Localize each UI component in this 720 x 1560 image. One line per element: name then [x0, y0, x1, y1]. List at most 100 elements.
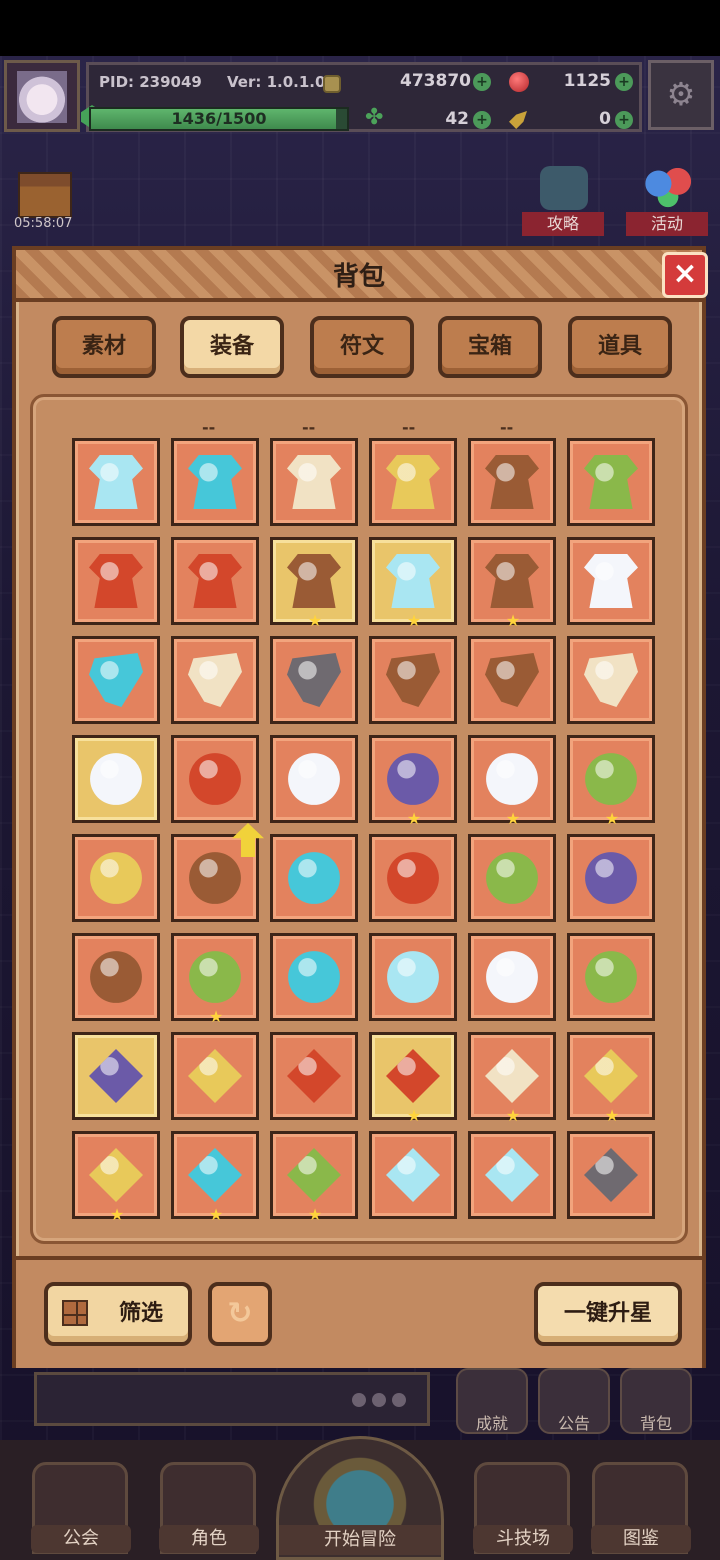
one-click-upstar-button[interactable]: 一键升星: [534, 1282, 682, 1346]
equipment-item-icon: [585, 753, 637, 805]
tab-equipment[interactable]: 装备: [180, 316, 284, 378]
equipment-slot[interactable]: ★: [171, 1131, 259, 1223]
equipment-slot[interactable]: ★: [270, 1131, 358, 1224]
achievement-button[interactable]: 成就: [456, 1368, 528, 1434]
event-button[interactable]: 活动: [622, 166, 712, 242]
equipment-slot[interactable]: [72, 438, 160, 526]
equipment-slot[interactable]: [468, 636, 556, 724]
red-gem-icon: [509, 72, 529, 92]
nav-codex[interactable]: 图鉴: [591, 1462, 691, 1554]
equipment-slot[interactable]: ★: [468, 537, 556, 630]
top-hud: PID: 239049 Ver: 1.0.1.0 473870 + 1125 +…: [0, 58, 720, 134]
gift-box-icon[interactable]: [18, 172, 72, 218]
star-icon: ★: [604, 809, 620, 828]
equipment-slot[interactable]: ★: [369, 537, 457, 629]
equipment-slot[interactable]: ★: [567, 1032, 655, 1124]
equipment-slot[interactable]: [270, 438, 358, 526]
equipment-slot[interactable]: ★: [468, 735, 556, 827]
equipment-slot[interactable]: ★: [369, 735, 457, 827]
equipment-item-icon: [584, 455, 638, 509]
nav-arena[interactable]: 斗技场: [473, 1462, 573, 1554]
equipment-item-icon: [386, 653, 440, 707]
equipment-item-icon: [189, 753, 241, 805]
equipment-slot[interactable]: [270, 933, 358, 1021]
column-marker: --: [302, 418, 316, 437]
equipment-slot[interactable]: [468, 438, 556, 526]
column-marker: --: [402, 418, 416, 437]
equipment-slot[interactable]: [270, 636, 358, 724]
equipment-slot[interactable]: [72, 834, 160, 922]
equipment-slot[interactable]: [567, 834, 655, 922]
equipment-item-icon: [486, 753, 538, 805]
tab-runes[interactable]: 符文: [310, 316, 414, 378]
backpack-button[interactable]: 背包: [620, 1368, 692, 1434]
equipment-slot[interactable]: [468, 834, 556, 922]
equipment-slot[interactable]: ★: [468, 1032, 556, 1125]
equipment-slot[interactable]: [468, 933, 556, 1021]
star-icon: ★: [307, 1205, 323, 1224]
equipment-slot[interactable]: [369, 636, 457, 724]
equipment-slot[interactable]: [369, 438, 457, 526]
equipment-slot[interactable]: [270, 735, 358, 823]
refresh-button[interactable]: ↻: [208, 1282, 272, 1346]
nav-codex-label: 图鉴: [591, 1525, 691, 1553]
equipment-item-icon: [585, 852, 637, 904]
equipment-slot[interactable]: [72, 735, 160, 823]
equipment-slot[interactable]: ★: [369, 1032, 457, 1124]
equipment-slot[interactable]: [369, 933, 457, 1021]
equipment-slot[interactable]: [72, 1032, 160, 1120]
star-icon: ★: [505, 611, 521, 630]
tab-materials[interactable]: 素材: [52, 316, 156, 378]
equipment-slot[interactable]: [567, 438, 655, 526]
tab-chests[interactable]: 宝箱: [438, 316, 542, 378]
equipment-slot[interactable]: [567, 636, 655, 724]
equipment-item-icon: [188, 653, 242, 707]
equipment-slot[interactable]: [567, 1131, 655, 1219]
equipment-slot[interactable]: [468, 1131, 556, 1219]
equipment-slot[interactable]: [270, 834, 358, 922]
equipment-item-icon: [188, 1148, 242, 1202]
equipment-slot[interactable]: [72, 537, 160, 625]
equipment-slot[interactable]: [171, 1032, 259, 1120]
equipment-slot[interactable]: ★: [171, 933, 259, 1025]
equipment-item-icon: [188, 554, 242, 608]
equipment-slot[interactable]: ★: [567, 735, 655, 828]
tab-items[interactable]: 道具: [568, 316, 672, 378]
equipment-slot[interactable]: [171, 537, 259, 625]
star-icon: ★: [505, 1106, 521, 1125]
nav-guild-label: 公会: [31, 1525, 131, 1553]
equipment-slot[interactable]: [567, 537, 655, 625]
key-add-icon[interactable]: +: [615, 111, 633, 129]
equipment-slot[interactable]: [171, 823, 264, 922]
filter-button[interactable]: 筛选: [44, 1282, 192, 1346]
gold-add-icon[interactable]: +: [473, 73, 491, 91]
clover-add-icon[interactable]: +: [473, 111, 491, 129]
equipment-item-icon: [485, 455, 539, 509]
notice-button[interactable]: 公告: [538, 1368, 610, 1434]
achievement-label: 成就: [475, 1414, 508, 1433]
close-button[interactable]: ×: [662, 252, 708, 298]
filter-label: 筛选: [118, 1301, 163, 1326]
guide-button[interactable]: 攻略: [518, 166, 608, 242]
equipment-slot[interactable]: ★: [72, 1131, 160, 1223]
nav-guild[interactable]: 公会: [31, 1462, 131, 1554]
equipment-item-icon: [485, 1049, 539, 1103]
red-gem-add-icon[interactable]: +: [615, 73, 633, 91]
equipment-slot[interactable]: [567, 933, 655, 1021]
equipment-item-icon: [90, 951, 142, 1003]
equipment-slot[interactable]: [171, 636, 259, 724]
settings-gear-icon[interactable]: ⚙: [648, 60, 714, 130]
nav-character[interactable]: 角色: [159, 1462, 259, 1554]
equipment-slot[interactable]: [270, 1032, 358, 1120]
equipment-slot[interactable]: [171, 735, 259, 823]
equipment-slot[interactable]: ★: [270, 537, 358, 629]
equipment-slot[interactable]: [369, 1131, 457, 1219]
equipment-slot[interactable]: [369, 834, 457, 922]
gold-amount: 473870: [400, 71, 471, 91]
nav-start-label: 开始冒险: [279, 1525, 441, 1555]
equipment-slot[interactable]: [72, 933, 160, 1021]
equipment-slot[interactable]: [72, 636, 160, 724]
player-avatar[interactable]: [4, 60, 80, 132]
equipment-slot[interactable]: [171, 438, 259, 526]
avatar-face: [17, 71, 67, 123]
